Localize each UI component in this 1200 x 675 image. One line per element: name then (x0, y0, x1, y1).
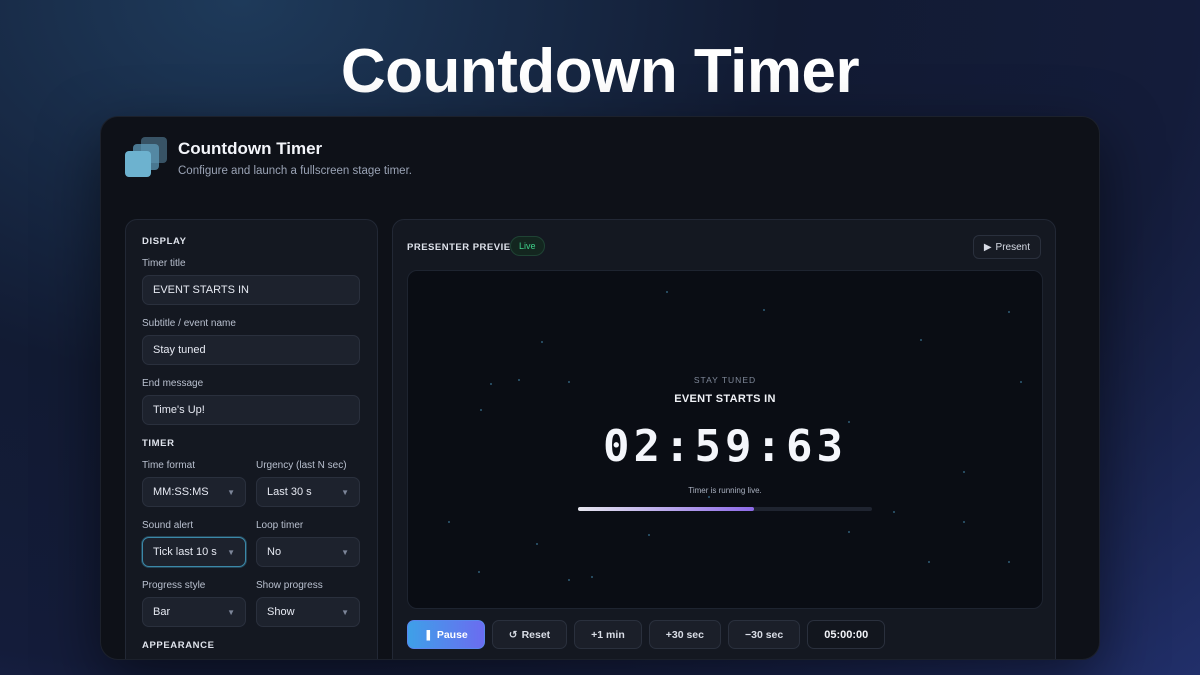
progress-bar (578, 507, 872, 511)
timer-title-label: Timer title (142, 258, 186, 269)
pause-button[interactable]: ❚ Pause (407, 620, 485, 649)
loop-timer-select[interactable]: No ▼ (256, 537, 360, 567)
app-subtitle: Configure and launch a fullscreen stage … (178, 165, 412, 177)
chevron-down-icon: ▼ (341, 487, 349, 497)
time-format-label: Time format (142, 460, 195, 471)
loop-timer-value: No (267, 546, 282, 558)
duration-input[interactable]: 05:00:00 (807, 620, 886, 649)
stage-clock: 02:59:63 (603, 421, 847, 472)
chevron-down-icon: ▼ (227, 487, 235, 497)
chevron-down-icon: ▼ (341, 547, 349, 557)
show-progress-value: Show (267, 606, 295, 618)
time-format-value: MM:SS:MS (153, 486, 209, 498)
timer-controls: ❚ Pause ↺ Reset +1 min +30 sec −30 sec 0… (407, 620, 886, 649)
reset-label: Reset (521, 628, 551, 641)
urgency-select[interactable]: Last 30 s ▼ (256, 477, 360, 507)
sound-alert-label: Sound alert (142, 520, 194, 531)
add-30-seconds-label: +30 sec (665, 628, 704, 641)
progress-style-label: Progress style (142, 580, 206, 591)
progress-style-value: Bar (153, 606, 171, 618)
stacked-squares-icon (125, 137, 171, 183)
preview-panel: PRESENTER PREVIEW Live ▶ Present STAY TU… (392, 219, 1056, 659)
end-message-input[interactable] (142, 395, 360, 425)
show-progress-label: Show progress (256, 580, 323, 591)
present-label: Present (995, 241, 1030, 253)
time-format-select[interactable]: MM:SS:MS ▼ (142, 477, 246, 507)
subtract-30-seconds-button[interactable]: −30 sec (727, 620, 801, 649)
sound-alert-select[interactable]: Tick last 10 s ▼ (142, 537, 246, 567)
chevron-down-icon: ▼ (227, 547, 235, 557)
app-title: Countdown Timer (178, 139, 323, 158)
section-heading-appearance: APPEARANCE (142, 640, 215, 651)
app-header: Countdown Timer Configure and launch a f… (125, 137, 725, 197)
progress-fill (578, 507, 755, 511)
subtitle-input[interactable] (142, 335, 360, 365)
present-button[interactable]: ▶ Present (972, 235, 1041, 259)
loop-timer-label: Loop timer (256, 520, 304, 531)
chevron-down-icon: ▼ (227, 607, 235, 617)
stage-title: EVENT STARTS IN (674, 393, 776, 405)
presenter-stage: STAY TUNED EVENT STARTS IN 02:59:63 Time… (407, 270, 1043, 609)
section-heading-display: DISPLAY (142, 236, 187, 247)
subtitle-label: Subtitle / event name (142, 318, 236, 329)
add-30-seconds-button[interactable]: +30 sec (648, 620, 721, 649)
subtract-30-seconds-label: −30 sec (744, 628, 784, 641)
add-minute-button[interactable]: +1 min (574, 620, 642, 649)
section-heading-timer: TIMER (142, 438, 175, 449)
sound-alert-value: Tick last 10 s (153, 546, 217, 558)
show-progress-select[interactable]: Show ▼ (256, 597, 360, 627)
play-icon: ▶ (983, 241, 992, 253)
urgency-value: Last 30 s (267, 486, 312, 498)
live-badge: Live (510, 236, 545, 256)
reset-button[interactable]: ↺ Reset (491, 620, 568, 649)
stage-subtitle: STAY TUNED (693, 375, 757, 385)
chevron-down-icon: ▼ (341, 607, 349, 617)
duration-value: 05:00:00 (824, 628, 869, 641)
preview-heading: PRESENTER PREVIEW (407, 242, 521, 253)
hero-title: Countdown Timer (340, 37, 860, 106)
timer-title-input[interactable] (142, 275, 360, 305)
urgency-label: Urgency (last N sec) (256, 460, 347, 471)
pause-icon: ❚ (424, 628, 433, 641)
progress-style-select[interactable]: Bar ▼ (142, 597, 246, 627)
app-window: Countdown Timer Configure and launch a f… (100, 116, 1100, 660)
reset-icon: ↺ (508, 628, 518, 641)
pause-label: Pause (436, 628, 468, 641)
stage-status: Timer is running live. (688, 486, 762, 495)
add-minute-label: +1 min (591, 628, 625, 641)
end-message-label: End message (142, 378, 204, 389)
settings-panel: DISPLAY Timer title Subtitle / event nam… (125, 219, 378, 659)
